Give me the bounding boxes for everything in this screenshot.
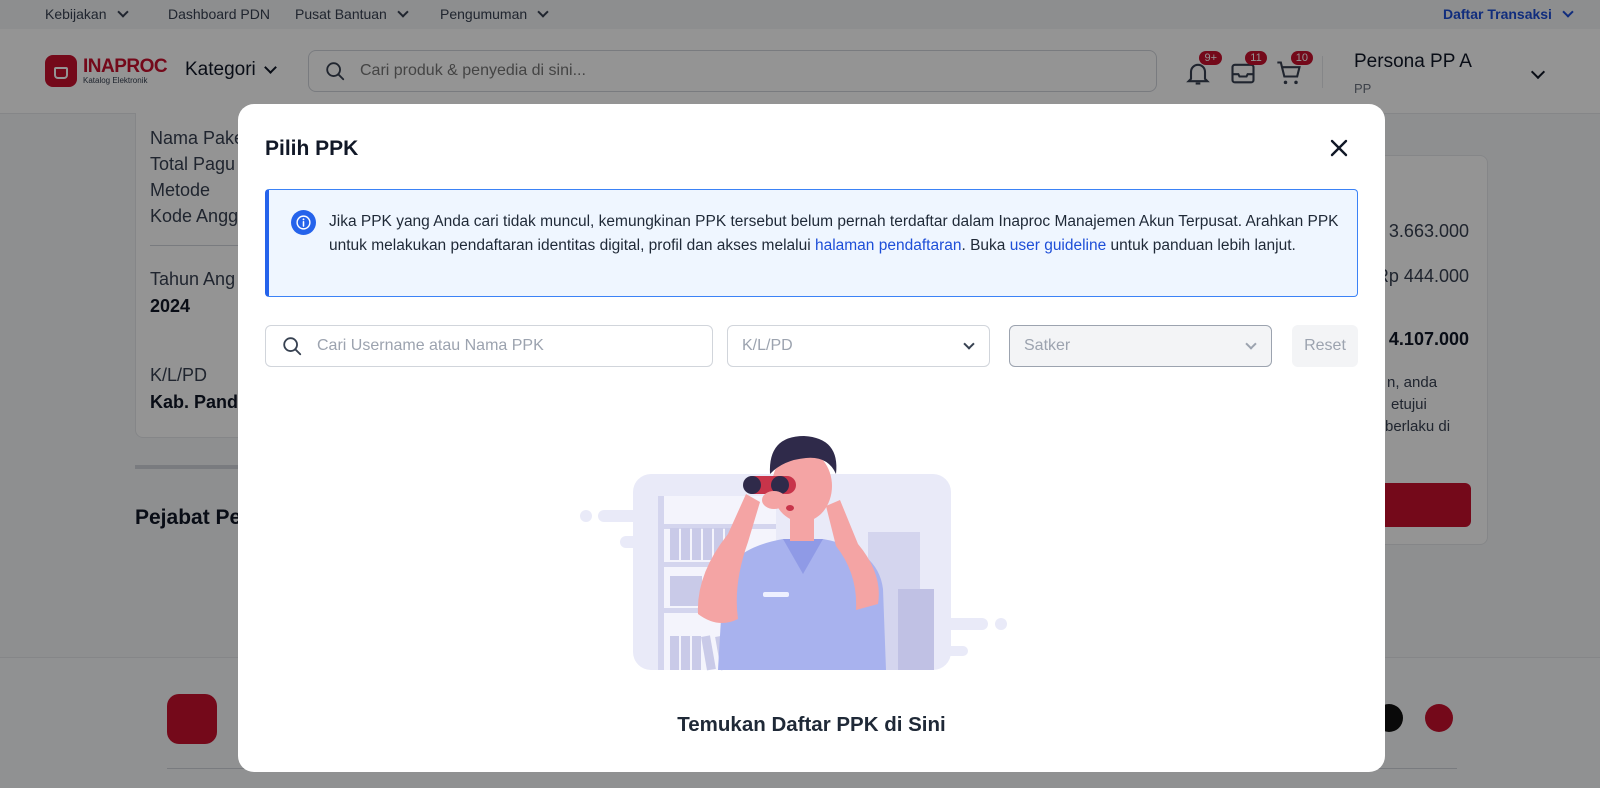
klpd-select-placeholder: K/L/PD: [742, 337, 793, 354]
ppk-search-input[interactable]: [317, 337, 697, 355]
chevron-down-icon: [963, 338, 975, 350]
klpd-select[interactable]: K/L/PD: [727, 325, 990, 367]
empty-state-caption: Temukan Daftar PPK di Sini: [677, 713, 946, 736]
info-icon: [291, 210, 316, 235]
binoculars-person-illustration: [580, 436, 1007, 671]
search-icon: [283, 337, 302, 356]
close-icon[interactable]: [1327, 136, 1351, 160]
reset-button[interactable]: Reset: [1292, 325, 1358, 367]
satker-select: Satker: [1009, 325, 1272, 367]
user-guideline-link[interactable]: user guideline: [1010, 237, 1107, 254]
pilih-ppk-modal: Pilih PPK Jika PPK yang Anda cari tidak …: [238, 104, 1385, 772]
chevron-down-icon: [1245, 338, 1257, 350]
modal-title: Pilih PPK: [265, 137, 359, 160]
info-text: untuk panduan lebih lanjut.: [1106, 236, 1296, 254]
ppk-search-field[interactable]: [265, 325, 713, 367]
info-text: . Buka: [961, 236, 1010, 254]
satker-select-placeholder: Satker: [1024, 337, 1071, 354]
registration-link[interactable]: halaman pendaftaran: [815, 237, 962, 254]
info-message: Jika PPK yang Anda cari tidak muncul, ke…: [329, 210, 1339, 257]
info-alert: Jika PPK yang Anda cari tidak muncul, ke…: [265, 189, 1358, 297]
